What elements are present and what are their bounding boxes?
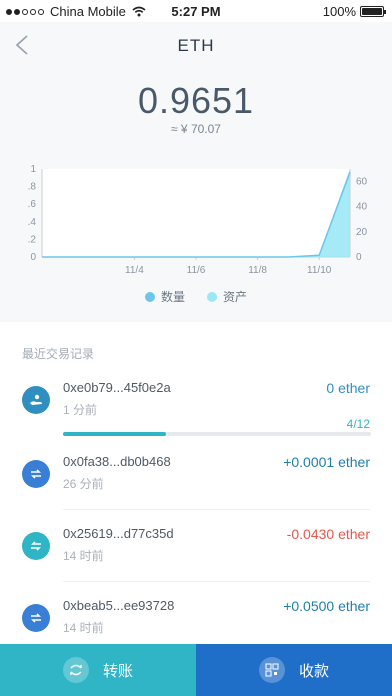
transaction-row[interactable]: 0x0fa38...db0b468 26 分前 +0.0001 ether [0,438,392,510]
legend-item-assets[interactable]: 资产 [207,288,247,305]
plot-area [42,169,350,257]
right-tick-label: 40 [356,202,368,213]
tx-address: 0xe0b79...45f0e2a [63,380,171,395]
battery-percent: 100% [322,4,356,19]
receive-arrow-icon [22,604,50,632]
left-tick-label: .4 [28,217,37,228]
tx-address: 0x25619...d77c35d [63,526,174,541]
legend-assets-label: 资产 [223,290,248,304]
x-tick-label: 11/10 [307,265,332,276]
left-tick-label: 0 [30,252,36,263]
status-bar: China Mobile 5:27 PM 100% [0,0,392,22]
tx-address: 0x0fa38...db0b468 [63,454,171,469]
legend-item-quantity[interactable]: 数量 [144,288,185,305]
tx-time: 14 时前 [63,621,104,635]
tx-amount: 0 ether [326,380,370,396]
balance-header: ETH 0.9651 ≈ ¥ 70.07 1 .8 .6 .4 .2 0 60 40 20 0 11… [0,22,392,322]
chart-legend: 数量 资产 [0,288,392,305]
page-title: ETH [177,36,215,55]
tx-time: 14 时前 [63,549,104,563]
balance-chart: 1 .8 .6 .4 .2 0 60 40 20 0 11/4 11/6 11/8 11/10 [28,164,368,276]
x-tick-label: 11/8 [248,265,267,276]
transfer-button[interactable]: 转账 [0,644,196,696]
tx-amount: +0.0001 ether [283,454,370,470]
right-tick-label: 60 [356,177,368,188]
tx-time: 1 分前 [63,403,98,417]
send-arrow-icon [22,532,50,560]
qr-code-icon [258,657,285,683]
bottom-action-bar: 转账 收款 [0,644,392,696]
token-balance: 0.9651 [137,80,255,121]
receive-arrow-icon [22,460,50,488]
receive-button[interactable]: 收款 [196,644,392,696]
transaction-row[interactable]: 0x25619...d77c35d 14 时前 -0.0430 ether [0,510,392,582]
tx-address: 0xbeab5...ee93728 [63,598,175,613]
left-tick-label: 1 [30,164,36,175]
x-tick-label: 11/4 [125,265,144,276]
battery-icon [360,6,386,17]
recent-transactions-title: 最近交易记录 [22,347,95,361]
legend-assets-dot [207,291,217,302]
transfer-icon [62,657,89,683]
fiat-value: ≈ ¥ 70.07 [171,122,221,136]
legend-quantity-dot [144,291,155,302]
legend-quantity-label: 数量 [160,290,185,304]
battery-group: 100% [322,4,386,19]
x-tick-label: 11/6 [187,265,206,276]
left-tick-label: .8 [28,182,37,193]
confirmation-count: 4/12 [346,417,370,431]
left-tick-label: .6 [28,199,37,210]
receive-label: 收款 [298,662,329,680]
tx-amount: +0.0500 ether [283,598,370,614]
right-tick-label: 0 [356,252,362,263]
confirmation-progress [63,432,371,436]
transfer-label: 转账 [102,662,133,680]
tx-time: 26 分前 [63,477,104,491]
left-tick-label: .2 [28,234,37,245]
hand-coin-icon [22,386,50,414]
confirmation-progress-fill [63,432,166,436]
tx-amount: -0.0430 ether [286,526,370,542]
transaction-row[interactable]: 0xe0b79...45f0e2a 1 分前 0 ether [0,364,392,436]
right-tick-label: 20 [356,227,368,238]
